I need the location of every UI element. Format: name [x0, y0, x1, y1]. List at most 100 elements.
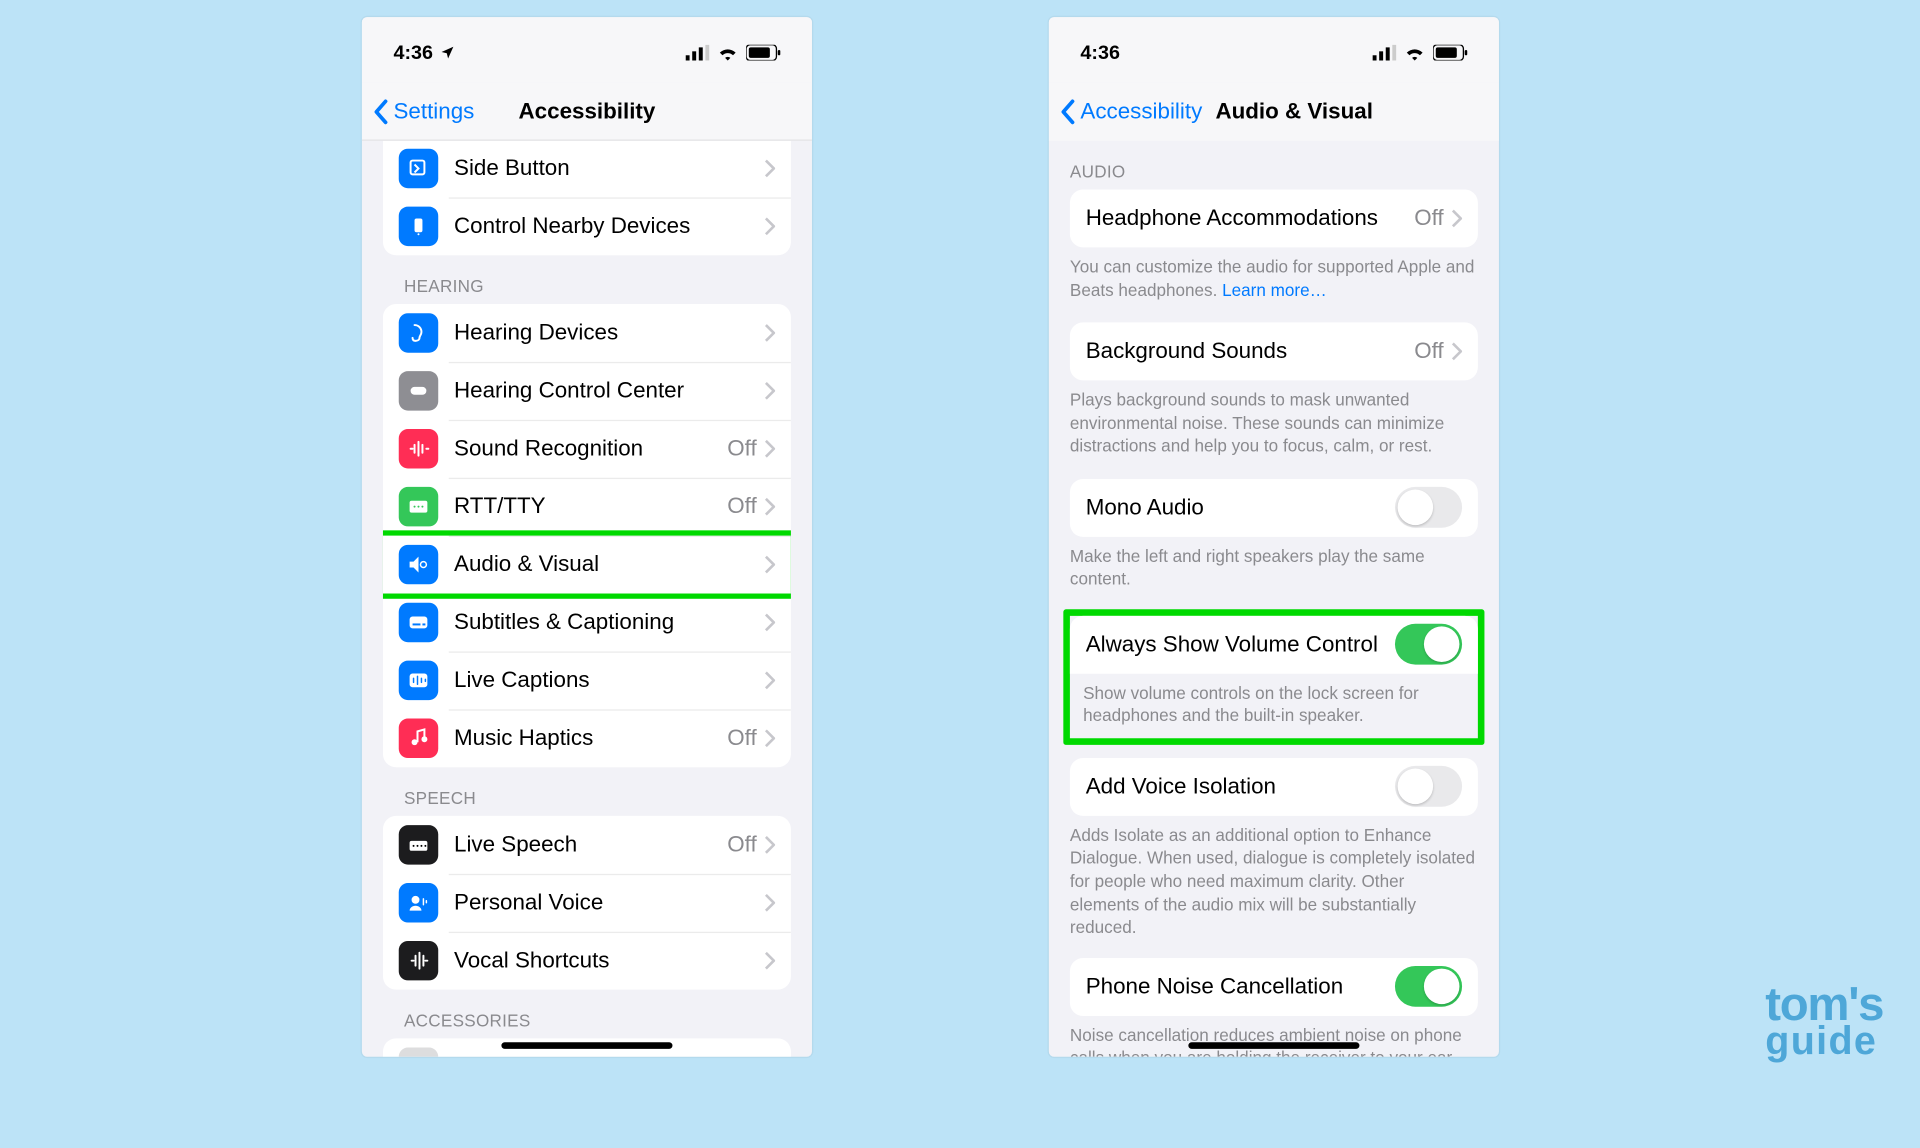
row-personal-voice[interactable]: Personal Voice — [383, 874, 791, 932]
wifi-icon — [717, 45, 738, 61]
row-sound-recognition[interactable]: Sound Recognition Off — [383, 420, 791, 478]
row-detail: Off — [727, 436, 756, 462]
list-background: Background Sounds Off — [1070, 323, 1478, 381]
volume-footer: Show volume controls on the lock screen … — [1070, 674, 1478, 733]
row-background-sounds[interactable]: Background Sounds Off — [1070, 323, 1478, 381]
row-label: Keyboards & Typing — [454, 1054, 775, 1057]
chevron-right-icon — [765, 382, 776, 400]
isolation-footer: Adds Isolate as an additional option to … — [1049, 816, 1499, 945]
background-footer: Plays background sounds to mask unwanted… — [1049, 380, 1499, 462]
status-time: 4:36 — [1080, 41, 1120, 63]
row-control-nearby[interactable]: Control Nearby Devices — [383, 197, 791, 255]
status-bar: 4:36 — [362, 17, 812, 83]
row-mono-audio: Mono Audio — [1070, 479, 1478, 537]
chevron-right-icon — [765, 159, 776, 177]
row-live-captions[interactable]: Live Captions — [383, 651, 791, 709]
phone-audio-visual: 4:36 Accessibility Audio & Visual AUDIO … — [1049, 17, 1499, 1057]
battery-icon — [746, 45, 780, 61]
back-label: Accessibility — [1080, 99, 1202, 125]
watermark-toms-guide: tom's guide — [1765, 984, 1883, 1058]
chevron-right-icon — [765, 440, 776, 458]
back-button[interactable]: Accessibility — [1059, 99, 1202, 125]
music-haptics-icon — [399, 719, 438, 758]
row-side-button[interactable]: Side Button — [383, 141, 791, 198]
speech-header: SPEECH — [362, 767, 812, 816]
cellular-icon — [686, 45, 710, 61]
voice-isolation-toggle[interactable] — [1395, 766, 1462, 807]
subtitles-icon — [399, 603, 438, 642]
row-label: Vocal Shortcuts — [454, 948, 765, 974]
ear-icon — [399, 313, 438, 352]
row-label: Hearing Devices — [454, 320, 765, 346]
chevron-right-icon — [765, 951, 776, 969]
time-text: 4:36 — [1080, 41, 1120, 63]
vocal-shortcuts-icon — [399, 941, 438, 980]
row-label: Personal Voice — [454, 890, 765, 916]
nav-bar: Accessibility Audio & Visual — [1049, 83, 1499, 141]
chevron-right-icon — [1452, 209, 1463, 227]
chevron-right-icon — [765, 671, 776, 689]
row-label: Add Voice Isolation — [1086, 774, 1395, 800]
list-hearing: Hearing Devices Hearing Control Center S… — [383, 304, 791, 767]
time-text: 4:36 — [393, 41, 433, 63]
side-button-icon — [399, 149, 438, 188]
noise-cancellation-toggle[interactable] — [1395, 966, 1462, 1007]
row-vocal-shortcuts[interactable]: Vocal Shortcuts — [383, 932, 791, 990]
row-label: Control Nearby Devices — [454, 213, 765, 239]
phone-accessibility: 4:36 Settings Accessibility Side Button … — [362, 17, 812, 1057]
hearing-header: HEARING — [362, 255, 812, 304]
headphone-footer: You can customize the audio for supporte… — [1049, 247, 1499, 306]
live-speech-icon — [399, 825, 438, 864]
cellular-icon — [1373, 45, 1397, 61]
row-audio-visual[interactable]: Audio & Visual — [383, 536, 791, 594]
row-label: Always Show Volume Control — [1086, 631, 1395, 657]
row-subtitles[interactable]: Subtitles & Captioning — [383, 594, 791, 652]
learn-more-link[interactable]: Learn more… — [1222, 280, 1327, 300]
nearby-icon — [399, 207, 438, 246]
list-noise: Phone Noise Cancellation — [1070, 958, 1478, 1016]
watermark-line2: guide — [1765, 1019, 1877, 1062]
volume-control-toggle[interactable] — [1395, 624, 1462, 665]
back-label: Settings — [393, 98, 474, 124]
row-headphone-accommodations[interactable]: Headphone Accommodations Off — [1070, 190, 1478, 248]
chevron-right-icon — [1452, 342, 1463, 360]
chevron-right-icon — [765, 836, 776, 854]
status-indicators — [1373, 45, 1468, 61]
content-scroll[interactable]: AUDIO Headphone Accommodations Off You c… — [1049, 141, 1499, 1057]
row-detail: Off — [727, 494, 756, 520]
row-label: Background Sounds — [1086, 338, 1415, 364]
status-indicators — [686, 45, 781, 61]
row-label: Subtitles & Captioning — [454, 609, 765, 635]
audio-visual-icon — [399, 545, 438, 584]
content-scroll[interactable]: Side Button Control Nearby Devices HEARI… — [362, 141, 812, 1057]
row-music-haptics[interactable]: Music Haptics Off — [383, 709, 791, 767]
personal-voice-icon — [399, 883, 438, 922]
rtt-icon — [399, 487, 438, 526]
keyboard-icon — [399, 1048, 438, 1057]
row-label: Audio & Visual — [454, 551, 765, 577]
row-detail: Off — [1414, 205, 1443, 231]
row-detail: Off — [727, 725, 756, 751]
location-icon — [440, 45, 456, 61]
row-label: Live Speech — [454, 832, 727, 858]
chevron-left-icon — [372, 98, 390, 124]
mono-audio-toggle[interactable] — [1395, 487, 1462, 528]
home-indicator[interactable] — [1188, 1042, 1359, 1049]
row-voice-isolation: Add Voice Isolation — [1070, 758, 1478, 816]
row-label: RTT/TTY — [454, 494, 727, 520]
chevron-left-icon — [1059, 99, 1077, 125]
row-live-speech[interactable]: Live Speech Off — [383, 816, 791, 874]
row-hearing-devices[interactable]: Hearing Devices — [383, 304, 791, 362]
battery-icon — [1433, 45, 1467, 61]
home-indicator[interactable] — [501, 1042, 672, 1049]
row-phone-noise-cancellation: Phone Noise Cancellation — [1070, 958, 1478, 1016]
row-hearing-control-center[interactable]: Hearing Control Center — [383, 362, 791, 420]
list-physical: Side Button Control Nearby Devices — [383, 141, 791, 255]
row-rtt-tty[interactable]: RTT/TTY Off — [383, 478, 791, 536]
hearing-cc-icon — [399, 371, 438, 410]
accessories-header: ACCESSORIES — [362, 990, 812, 1039]
back-button[interactable]: Settings — [372, 98, 474, 124]
row-detail: Off — [727, 832, 756, 858]
status-bar: 4:36 — [1049, 17, 1499, 83]
row-label: Phone Noise Cancellation — [1086, 973, 1395, 999]
